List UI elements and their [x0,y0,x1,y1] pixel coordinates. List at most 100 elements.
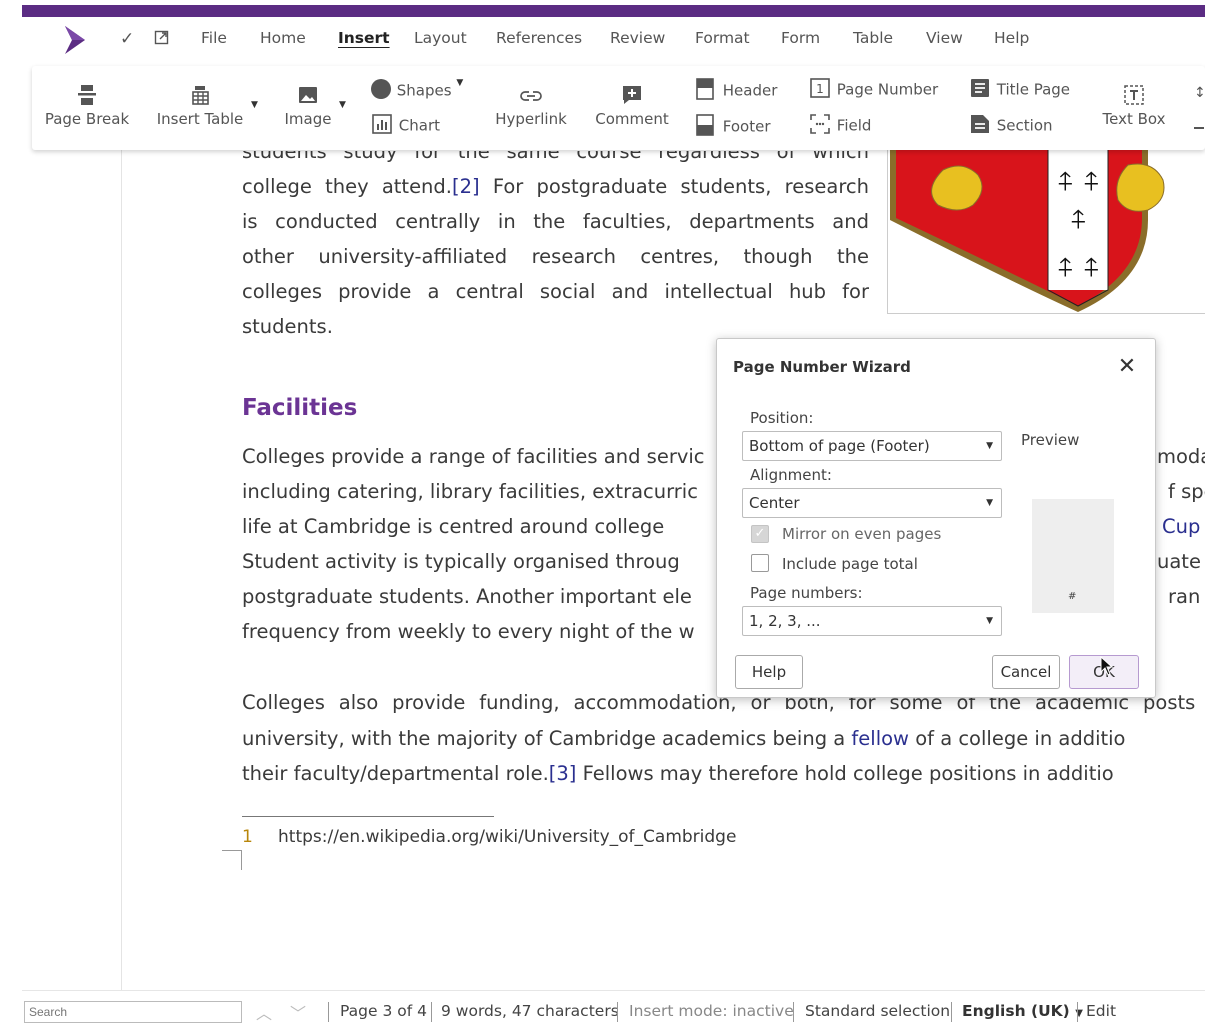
citation-link[interactable]: [3] [549,762,577,785]
include-page-total-checkbox[interactable] [751,554,769,572]
page-indicator[interactable]: Page 3 of 4 [340,1002,427,1020]
menu-file[interactable]: File [201,29,227,47]
app-logo-icon[interactable] [62,26,88,54]
title-page-icon [970,78,992,102]
help-button[interactable]: Help [735,655,803,689]
checkmark-icon[interactable]: ✓ [120,29,134,49]
position-label: Position: [750,409,814,427]
left-strip [0,0,22,1025]
menu-references[interactable]: References [496,29,582,47]
section-icon [970,114,992,138]
citation-link[interactable]: [2] [452,175,480,198]
position-select[interactable]: Bottom of page (Footer) ▼ [742,431,1002,461]
comment-add-icon [594,84,670,110]
menu-layout[interactable]: Layout [414,29,467,47]
text-boundary-mark [241,850,242,870]
include-page-total-label: Include page total [782,555,918,573]
field-icon [810,114,832,138]
coat-of-arms-image[interactable]: ⍏ ⍏ ⍏ ⍏ ⍏ [887,150,1205,314]
menu-home[interactable]: Home [260,29,306,47]
paragraph-line-clipped: uate [1157,550,1201,573]
language-selector[interactable]: English (UK) ▼ [962,1002,1083,1020]
page-margin-line [121,150,122,990]
status-bar: ︿ ﹀ Page 3 of 4 9 words, 47 characters I… [22,990,1205,1025]
paragraph-line: other university-affiliated research cen… [242,245,869,268]
footer-button[interactable]: Footer [696,114,771,140]
preview-label: Preview [1021,431,1080,449]
search-next-icon[interactable]: ﹀ [290,1000,306,1024]
insert-ribbon: Page Break Insert Table ▼ Image ▼ Shapes… [32,66,1205,150]
paragraph-line: frequency from weekly to every night of … [242,620,695,643]
footnote-text: https://en.wikipedia.org/wiki/University… [278,827,737,847]
header-icon [696,78,718,104]
chart-icon [372,114,394,138]
header-button[interactable]: Header [696,78,777,104]
section-button[interactable]: Section [970,114,1053,138]
paragraph-link-clipped[interactable]: Cup [1162,509,1200,544]
search-input[interactable] [24,1001,242,1023]
hyperlink-button[interactable]: Hyperlink [492,84,570,128]
menu-form[interactable]: Form [781,29,820,47]
table-icon [154,84,246,110]
paragraph-line: colleges provide a central social and in… [242,280,869,303]
footnote-number: 1 [242,827,253,847]
edit-mode[interactable]: Edit [1086,1002,1116,1020]
field-button[interactable]: Field [810,114,871,138]
insert-table-button[interactable]: Insert Table [154,84,246,128]
comment-button[interactable]: Comment [594,84,670,128]
menu-view[interactable]: View [926,29,963,47]
alignment-select[interactable]: Center ▼ [742,488,1002,518]
image-dropdown-icon[interactable]: ▼ [339,100,346,110]
shapes-button[interactable]: Shapes ▼ [370,78,463,104]
text-boundary-mark [222,850,242,851]
shield-icon: ⍏ ⍏ ⍏ ⍏ ⍏ [890,150,1165,312]
menu-insert[interactable]: Insert [338,29,390,47]
link-icon [492,84,570,110]
svg-text:⍏: ⍏ [1084,253,1100,283]
status-divider [951,1002,952,1022]
paragraph-line: Colleges provide a range of facilities a… [242,445,705,468]
section-heading: Facilities [242,395,358,421]
page-break-button[interactable]: Page Break [44,84,130,128]
overflow-dash [1194,127,1204,129]
menu-table[interactable]: Table [853,29,893,47]
paragraph-line: life at Cambridge is centred around coll… [242,515,665,538]
text-box-icon [1098,84,1170,110]
paragraph-line: including catering, library facilities, … [242,480,698,503]
image-button[interactable]: Image [280,84,336,128]
word-count[interactable]: 9 words, 47 characters [441,1002,619,1020]
selection-mode[interactable]: Standard selection [805,1002,950,1020]
page-number-button[interactable]: 1 Page Number [810,78,938,102]
svg-text:⍏: ⍏ [1071,205,1087,235]
insert-mode-indicator[interactable]: Insert mode: inactive [629,1002,794,1020]
menu-review[interactable]: Review [610,29,665,47]
paragraph-line: is conducted centrally in the faculties,… [242,210,869,233]
ribbon-overflow-button[interactable]: ↕ [1194,82,1205,142]
cancel-button[interactable]: Cancel [992,655,1060,689]
chart-button[interactable]: Chart [372,114,440,138]
mirror-even-pages-checkbox[interactable]: ✓ [751,525,769,543]
paragraph-line-clipped: f spo [1168,480,1205,503]
close-icon[interactable]: ✕ [1115,355,1139,379]
menu-format[interactable]: Format [695,29,750,47]
open-external-icon[interactable] [154,30,169,49]
status-divider [617,1002,618,1022]
status-divider [793,1002,794,1022]
text-box-button[interactable]: Text Box [1098,84,1170,128]
paragraph-line: Student activity is typically organised … [242,550,680,573]
menu-help[interactable]: Help [994,29,1029,47]
insert-table-dropdown-icon[interactable]: ▼ [251,100,258,110]
footer-icon [696,114,718,140]
status-divider [328,1002,329,1022]
svg-text:⍏: ⍏ [1058,167,1074,197]
paragraph-line: students. [242,315,333,338]
paragraph-line-clipped: ran [1168,585,1201,608]
image-icon [280,84,336,110]
chevron-down-icon: ▼ [986,498,993,508]
page-numbers-select[interactable]: 1, 2, 3, ... ▼ [742,606,1002,636]
paragraph-line: postgraduate students. Another important… [242,585,692,608]
fellow-link[interactable]: fellow [851,727,909,750]
search-previous-icon[interactable]: ︿ [256,1000,272,1024]
title-page-button[interactable]: Title Page [970,78,1070,102]
preview-pane: # [1032,499,1114,613]
